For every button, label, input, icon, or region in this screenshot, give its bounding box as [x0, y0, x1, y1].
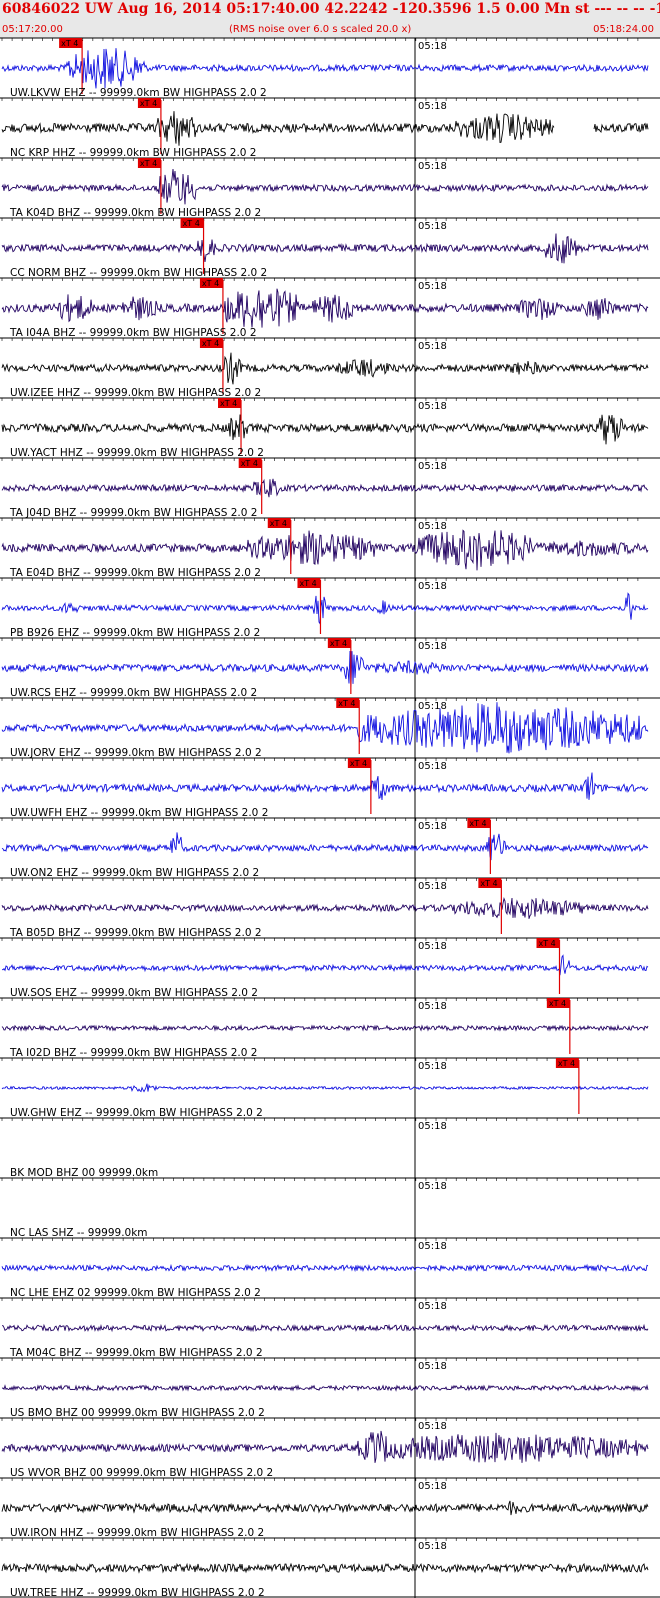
pick-label: xT 4: [140, 99, 157, 108]
station-label: UW.JORV EHZ -- 99999.0km BW HIGHPASS 2.0…: [10, 747, 262, 759]
station-label: NC LAS SHZ -- 99999.0km: [10, 1227, 148, 1239]
pick-label: xT 4: [270, 519, 287, 528]
waveform-uw-on2-ehz-: [1, 832, 649, 861]
waveform-uw-jorv-ehz-: [1, 702, 649, 754]
minute-tick-label: 05:18: [418, 1421, 447, 1432]
waveform-ta-b05d-bhz-: [1, 897, 649, 919]
pick-label: xT 4: [220, 399, 237, 408]
minute-tick-label: 05:18: [418, 701, 447, 712]
station-label: BK MOD BHZ 00 99999.0km: [10, 1167, 158, 1179]
pick-label: xT 4: [549, 999, 566, 1008]
minute-tick-label: 05:18: [418, 161, 447, 172]
waveform-uw-sos-ehz-: [1, 954, 649, 976]
waveform-ta-m04c-bhz-: [2, 1323, 649, 1333]
minute-tick-label: 05:18: [418, 101, 447, 112]
station-label: UW.IRON HHZ -- 99999.0km BW HIGHPASS 2.0…: [10, 1527, 264, 1539]
waveform-uw-uwfh-ehz-: [1, 772, 649, 801]
minute-tick-label: 05:18: [418, 281, 447, 292]
station-label: TA I02D BHZ -- 99999.0km BW HIGHPASS 2.0…: [9, 1047, 257, 1059]
pick-label: xT 4: [330, 639, 347, 648]
minute-tick-label: 05:18: [418, 1541, 447, 1552]
minute-tick-label: 05:18: [418, 1241, 447, 1252]
waveform-uw-iron-hhz-: [1, 1500, 649, 1516]
waveform-ta-k04d-bhz-: [1, 168, 649, 205]
station-label: TA E04D BHZ -- 99999.0km BW HIGHPASS 2.0…: [9, 567, 261, 579]
waveform-uw-ghw-ehz-: [1, 1083, 649, 1093]
pick-label: xT 4: [202, 279, 219, 288]
minute-tick-label: 05:18: [418, 41, 447, 52]
minute-tick-label: 05:18: [418, 461, 447, 472]
waveform-nc-krp-hhz-: [1, 111, 649, 146]
minute-tick-label: 05:18: [418, 941, 447, 952]
minute-tick-label: 05:18: [418, 1061, 447, 1072]
minute-tick-label: 05:18: [418, 761, 447, 772]
minute-tick-label: 05:18: [418, 401, 447, 412]
pick-label: xT 4: [350, 759, 367, 768]
minute-tick-label: 05:18: [418, 341, 447, 352]
station-label: US BMO BHZ 00 99999.0km BW HIGHPASS 2.0 …: [10, 1407, 265, 1419]
station-label: UW.GHW EHZ -- 99999.0km BW HIGHPASS 2.0 …: [10, 1107, 263, 1119]
station-label: UW.UWFH EHZ -- 99999.0km BW HIGHPASS 2.0…: [10, 807, 268, 819]
waveform-uw-yact-hhz-: [1, 414, 649, 445]
minute-tick-label: 05:18: [418, 581, 447, 592]
minute-tick-label: 05:18: [418, 821, 447, 832]
pick-label: xT 4: [338, 699, 355, 708]
waveform-us-bmo-bhz-00: [1, 1384, 649, 1392]
pick-label: xT 4: [480, 879, 497, 888]
station-label: UW.RCS EHZ -- 99999.0km BW HIGHPASS 2.0 …: [10, 687, 257, 699]
station-label: UW.LKVW EHZ -- 99999.0km BW HIGHPASS 2.0…: [10, 87, 267, 99]
waveform-ta-i02d-bhz-: [1, 1024, 649, 1032]
waveform-ta-j04d-bhz-: [1, 478, 649, 498]
waveform-uw-tree-hhz-: [1, 1562, 649, 1574]
minute-tick-label: 05:18: [418, 1181, 447, 1192]
pick-label: xT 4: [558, 1059, 575, 1068]
station-label: TA M04C BHZ -- 99999.0km BW HIGHPASS 2.0…: [9, 1347, 263, 1359]
minute-tick-label: 05:18: [418, 1301, 447, 1312]
pick-label: xT 4: [140, 159, 157, 168]
station-label: TA I04A BHZ -- 99999.0km BW HIGHPASS 2.0…: [9, 327, 257, 339]
waveform-cc-norm-bhz-: [1, 233, 649, 264]
station-label: NC LHE EHZ 02 99999.0km BW HIGHPASS 2.0 …: [10, 1287, 261, 1299]
waveform-ta-e04d-bhz-: [1, 529, 649, 571]
minute-tick-label: 05:18: [418, 221, 447, 232]
seismogram-plot: 05:18xT 4UW.LKVW EHZ -- 99999.0km BW HIG…: [0, 37, 660, 1598]
minute-tick-label: 05:18: [418, 1001, 447, 1012]
station-label: PB B926 EHZ -- 99999.0km BW HIGHPASS 2.0…: [10, 627, 260, 639]
pick-label: xT 4: [61, 39, 78, 48]
pick-label: xT 4: [469, 819, 486, 828]
minute-tick-label: 05:18: [418, 641, 447, 652]
pick-label: xT 4: [241, 459, 258, 468]
pick-label: xT 4: [202, 339, 219, 348]
waveform-ta-i04a-bhz-: [1, 288, 649, 328]
station-label: UW.IZEE HHZ -- 99999.0km BW HIGHPASS 2.0…: [10, 387, 261, 399]
waveform-nc-lhe-ehz-02: [1, 1263, 649, 1273]
station-label: UW.ON2 EHZ -- 99999.0km BW HIGHPASS 2.0 …: [10, 867, 259, 879]
pick-label: xT 4: [538, 939, 555, 948]
station-label: CC NORM BHZ -- 99999.0km BW HIGHPASS 2.0…: [10, 267, 267, 279]
station-label: NC KRP HHZ -- 99999.0km BW HIGHPASS 2.0 …: [10, 147, 256, 159]
station-label: US WVOR BHZ 00 99999.0km BW HIGHPASS 2.0…: [10, 1467, 273, 1479]
minute-tick-label: 05:18: [418, 521, 447, 532]
station-label: TA K04D BHZ -- 99999.0km BW HIGHPASS 2.0…: [9, 207, 261, 219]
waveform-uw-lkvw-ehz-: [1, 48, 649, 89]
minute-tick-label: 05:18: [418, 1121, 447, 1132]
pick-label: xT 4: [299, 579, 316, 588]
waveform-uw-rcs-ehz-: [1, 650, 649, 687]
waveform-pb-b926-ehz-: [1, 592, 649, 625]
pick-label: xT 4: [183, 219, 200, 228]
waveform-us-wvor-bhz-00: [1, 1430, 649, 1463]
minute-tick-label: 05:18: [418, 881, 447, 892]
station-label: UW.SOS EHZ -- 99999.0km BW HIGHPASS 2.0 …: [10, 987, 258, 999]
station-label: UW.TREE HHZ -- 99999.0km BW HIGHPASS 2.0…: [10, 1587, 265, 1598]
waveform-uw-izee-hhz-: [1, 352, 649, 385]
station-label: UW.YACT HHZ -- 99999.0km BW HIGHPASS 2.0…: [10, 447, 264, 459]
station-label: TA J04D BHZ -- 99999.0km BW HIGHPASS 2.0…: [9, 507, 257, 519]
minute-tick-label: 05:18: [418, 1361, 447, 1372]
minute-tick-label: 05:18: [418, 1481, 447, 1492]
station-label: TA B05D BHZ -- 99999.0km BW HIGHPASS 2.0…: [9, 927, 262, 939]
